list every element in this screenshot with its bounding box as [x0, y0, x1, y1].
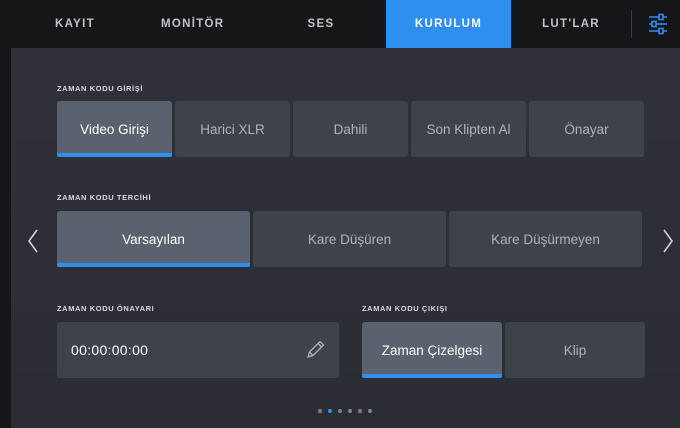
- tab-ses[interactable]: SES: [256, 0, 386, 48]
- chevron-left-icon: [28, 229, 38, 253]
- page-dot[interactable]: [368, 409, 372, 413]
- timecode-preset-value: 00:00:00:00: [71, 342, 149, 358]
- settings-sliders-icon: [649, 13, 667, 35]
- timecode-preset-label: ZAMAN KODU ÖNAYARI: [57, 304, 155, 313]
- tab-monitor[interactable]: MONİTÖR: [161, 0, 256, 48]
- option-internal[interactable]: Dahili: [293, 101, 408, 157]
- page-dot[interactable]: [318, 409, 322, 413]
- previous-page-button[interactable]: [24, 226, 42, 256]
- option-last-clip[interactable]: Son Klipten Al: [411, 101, 526, 157]
- timecode-output-options: Zaman Çizelgesi Klip: [362, 322, 645, 378]
- timecode-preference-label: ZAMAN KODU TERCİHİ: [57, 193, 152, 202]
- option-default[interactable]: Varsayılan: [57, 211, 250, 267]
- option-clip[interactable]: Klip: [505, 322, 645, 378]
- left-edge: [0, 0, 11, 428]
- option-external-xlr[interactable]: Harici XLR: [175, 101, 290, 157]
- settings-button[interactable]: [636, 0, 680, 48]
- tab-kayit[interactable]: KAYIT: [11, 0, 161, 48]
- option-timeline[interactable]: Zaman Çizelgesi: [362, 322, 502, 378]
- chevron-right-icon: [663, 229, 673, 253]
- timecode-preset-field[interactable]: 00:00:00:00: [57, 322, 339, 378]
- option-non-drop-frame[interactable]: Kare Düşürmeyen: [449, 211, 642, 267]
- tab-bar: KAYIT MONİTÖR SES KURULUM LUT'LAR: [11, 0, 680, 48]
- tab-divider: [631, 10, 632, 38]
- timecode-output-label: ZAMAN KODU ÇIKIŞI: [362, 304, 448, 313]
- timecode-input-options: Video Girişi Harici XLR Dahili Son Klipt…: [57, 101, 644, 157]
- page-dot[interactable]: [338, 409, 342, 413]
- page-dot[interactable]: [358, 409, 362, 413]
- page-dot-current[interactable]: [328, 409, 332, 413]
- next-page-button[interactable]: [659, 226, 677, 256]
- page-dot[interactable]: [348, 409, 352, 413]
- option-video-input[interactable]: Video Girişi: [57, 101, 172, 157]
- pencil-icon[interactable]: [303, 338, 327, 362]
- option-drop-frame[interactable]: Kare Düşüren: [253, 211, 446, 267]
- option-preset[interactable]: Önayar: [529, 101, 644, 157]
- tab-luts[interactable]: LUT'LAR: [511, 0, 631, 48]
- tab-kurulum[interactable]: KURULUM: [386, 0, 511, 48]
- timecode-preference-options: Varsayılan Kare Düşüren Kare Düşürmeyen: [57, 211, 642, 267]
- page-indicator: [318, 409, 372, 413]
- timecode-input-label: ZAMAN KODU GİRİŞİ: [57, 84, 144, 93]
